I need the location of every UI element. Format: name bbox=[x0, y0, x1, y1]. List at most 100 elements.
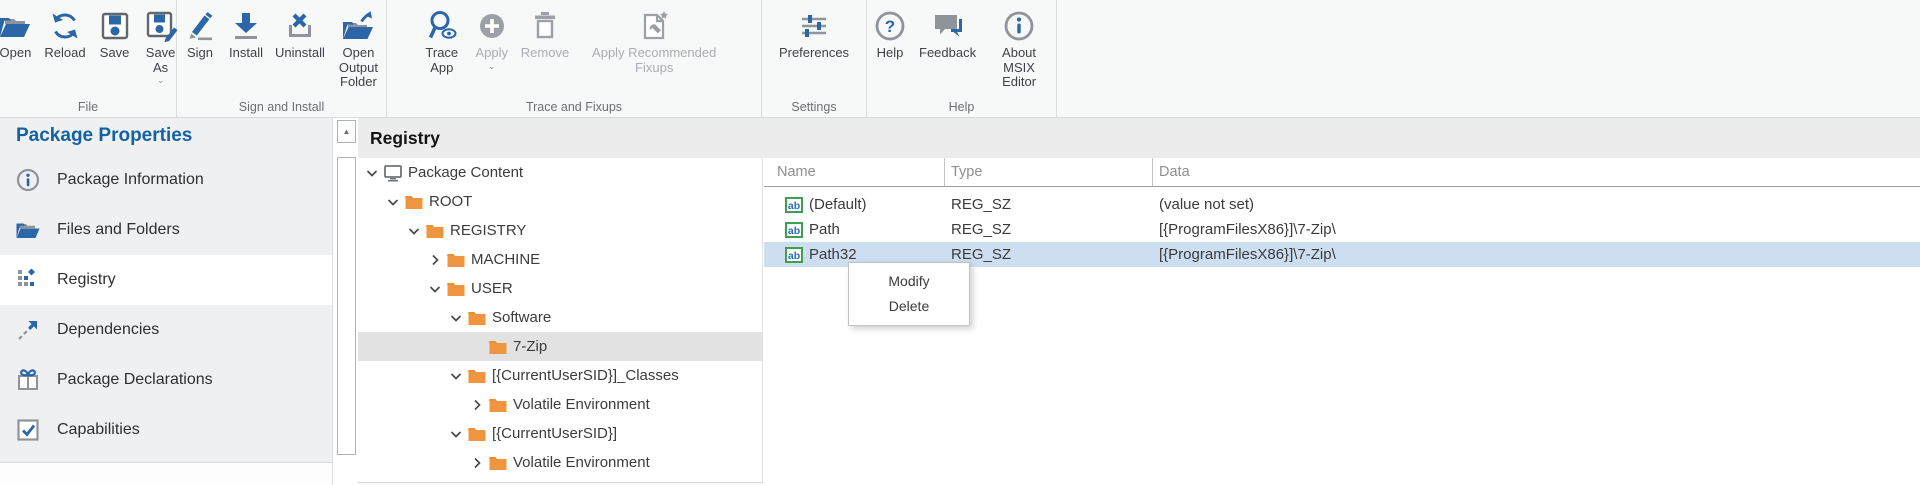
folder-icon bbox=[446, 279, 466, 299]
ribbon-group-help: ?HelpFeedbackAbout MSIX EditorHelp bbox=[867, 0, 1057, 117]
sidebar-item-files-and-folders[interactable]: Files and Folders bbox=[0, 205, 332, 255]
ribbon-group-label: Trace and Fixups bbox=[387, 100, 761, 114]
dropdown-chevron-icon[interactable]: ⌄ bbox=[157, 76, 165, 85]
ribbon-group-sign-and-install: Sign InstallUninstallOpen Output Folder Si… bbox=[177, 0, 387, 117]
table-body: ab(Default)REG_SZ(value not set)abPathRE… bbox=[764, 192, 1920, 267]
tree-node-volatile-environment[interactable]: Volatile Environment bbox=[358, 390, 762, 419]
tree-vertical-scrollbar[interactable]: ▲ bbox=[334, 118, 358, 485]
ribbon-button-open-output-folder[interactable]: Open Output Folder bbox=[331, 7, 386, 92]
column-header-name[interactable]: Name bbox=[764, 158, 945, 186]
svg-text:ab: ab bbox=[788, 225, 800, 237]
ribbon-group-settings: Preferences Settings bbox=[762, 0, 867, 117]
ribbon-button-label: Trace App bbox=[421, 46, 463, 75]
registry-value-type: REG_SZ bbox=[945, 196, 1153, 213]
tree-node-label: Volatile Environment bbox=[513, 396, 650, 413]
ribbon-button-label: Sign bbox=[187, 46, 213, 61]
ribbon-button-trace-app[interactable]: Trace App bbox=[415, 7, 469, 77]
ribbon-button-label: Preferences bbox=[779, 46, 849, 61]
ribbon-group-buttons: ?Help Feedback About MSIX Editor bbox=[867, 0, 1056, 92]
column-header-type[interactable]: Type bbox=[945, 158, 1153, 186]
page-title: Registry bbox=[370, 128, 440, 149]
tree-node-machine[interactable]: MACHINE bbox=[358, 245, 762, 274]
ribbon-button-help[interactable]: ?Help bbox=[867, 7, 913, 63]
sidebar-item-label: Files and Folders bbox=[57, 221, 180, 239]
reload-icon bbox=[48, 9, 82, 43]
package-declarations-icon bbox=[15, 367, 41, 393]
sidebar-item-label: Package Information bbox=[57, 171, 204, 189]
ribbon-group-label: Settings bbox=[762, 100, 866, 114]
sidebar: Package Properties Package InformationFi… bbox=[0, 118, 333, 485]
sidebar-item-package-information[interactable]: Package Information bbox=[0, 155, 332, 205]
ribbon-button-save[interactable]: Save bbox=[92, 7, 138, 63]
chevron-down-icon[interactable] bbox=[448, 368, 464, 384]
tree-node-package-content[interactable]: Package Content bbox=[358, 158, 762, 187]
registry-value-name: abPath32 bbox=[764, 246, 945, 263]
chevron-down-icon[interactable] bbox=[385, 194, 401, 210]
sidebar-item-capabilities[interactable]: Capabilities bbox=[0, 405, 332, 455]
ribbon-button-reload[interactable]: Reload bbox=[38, 7, 91, 63]
files-and-folders-icon bbox=[15, 217, 41, 243]
dependencies-icon bbox=[15, 317, 41, 343]
chevron-right-icon[interactable] bbox=[469, 455, 485, 471]
folder-icon bbox=[488, 395, 508, 415]
registry-row-default[interactable]: ab(Default)REG_SZ(value not set) bbox=[764, 192, 1920, 217]
tree-node-volatile-environment[interactable]: Volatile Environment bbox=[358, 448, 762, 477]
tree-node-currentusersid-classes[interactable]: [{CurrentUserSID}]_Classes bbox=[358, 361, 762, 390]
ribbon-button-uninstall[interactable]: Uninstall bbox=[269, 7, 331, 63]
ribbon-button-feedback[interactable]: Feedback bbox=[913, 7, 982, 63]
chevron-down-icon[interactable] bbox=[448, 310, 464, 326]
ribbon-button-label: Open Output Folder bbox=[337, 46, 380, 90]
folder-icon bbox=[446, 250, 466, 270]
save-icon bbox=[98, 9, 132, 43]
chevron-down-icon[interactable] bbox=[406, 223, 422, 239]
registry-value-name: abPath bbox=[764, 221, 945, 238]
column-header-data[interactable]: Data bbox=[1153, 158, 1920, 186]
ribbon-button-label: Feedback bbox=[919, 46, 976, 61]
chevron-right-icon[interactable] bbox=[427, 252, 443, 268]
scroll-up-button[interactable]: ▲ bbox=[337, 120, 356, 143]
tree-node-root[interactable]: ROOT bbox=[358, 187, 762, 216]
ribbon-group-buttons: Trace AppApply⌄RemoveApply Recommended F… bbox=[415, 0, 733, 77]
sidebar-item-registry[interactable]: Registry bbox=[0, 255, 332, 305]
apply-icon bbox=[475, 9, 509, 43]
registry-value-name-label: Path32 bbox=[809, 246, 857, 263]
tree-node-label: Volatile Environment bbox=[513, 454, 650, 471]
chevron-right-icon[interactable] bbox=[469, 397, 485, 413]
tree-node-registry[interactable]: REGISTRY bbox=[358, 216, 762, 245]
dropdown-chevron-icon[interactable]: ⌄ bbox=[488, 62, 496, 71]
tree-node-software[interactable]: Software bbox=[358, 303, 762, 332]
registry-value-data: [{ProgramFilesX86}]\7-Zip\ bbox=[1153, 221, 1920, 238]
sidebar-item-package-declarations[interactable]: Package Declarations bbox=[0, 355, 332, 405]
ribbon-button-label: Open bbox=[0, 46, 31, 61]
sidebar-item-dependencies[interactable]: Dependencies bbox=[0, 305, 332, 355]
sidebar-item-label: Capabilities bbox=[57, 421, 140, 439]
package-information-icon bbox=[15, 167, 41, 193]
ribbon-button-sign[interactable]: Sign bbox=[177, 7, 223, 63]
tree-node-label: ROOT bbox=[429, 193, 472, 210]
context-menu-item-delete[interactable]: Delete bbox=[849, 294, 969, 319]
ribbon-button-about-msix-editor[interactable]: About MSIX Editor bbox=[982, 7, 1056, 92]
table-header: NameTypeData bbox=[764, 158, 1920, 187]
preferences-icon bbox=[797, 9, 831, 43]
ribbon-group-label: Sign and Install bbox=[177, 100, 386, 114]
chevron-down-icon[interactable] bbox=[427, 281, 443, 297]
tree-node-label: REGISTRY bbox=[450, 222, 526, 239]
context-menu: ModifyDelete bbox=[848, 262, 970, 326]
tree-node-label: [{CurrentUserSID}] bbox=[492, 425, 617, 442]
registry-row-path[interactable]: abPathREG_SZ[{ProgramFilesX86}]\7-Zip\ bbox=[764, 217, 1920, 242]
scrollbar-thumb[interactable] bbox=[337, 157, 356, 455]
tree-node-label: Software bbox=[492, 309, 551, 326]
ribbon-button-open[interactable]: Open bbox=[0, 7, 38, 63]
svg-text:?: ? bbox=[885, 17, 895, 36]
registry-header-bar: Registry bbox=[358, 118, 1920, 158]
ribbon-button-preferences[interactable]: Preferences bbox=[773, 7, 855, 63]
tree-node-user[interactable]: USER bbox=[358, 274, 762, 303]
tree-node-7-zip[interactable]: 7-Zip bbox=[358, 332, 762, 361]
context-menu-item-modify[interactable]: Modify bbox=[849, 269, 969, 294]
ribbon-button-install[interactable]: Install bbox=[223, 7, 269, 63]
ribbon-button-label: Remove bbox=[521, 46, 569, 61]
tree-node-currentusersid[interactable]: [{CurrentUserSID}] bbox=[358, 419, 762, 448]
chevron-down-icon[interactable] bbox=[448, 426, 464, 442]
chevron-down-icon[interactable] bbox=[364, 165, 380, 181]
svg-text:ab: ab bbox=[788, 200, 800, 212]
